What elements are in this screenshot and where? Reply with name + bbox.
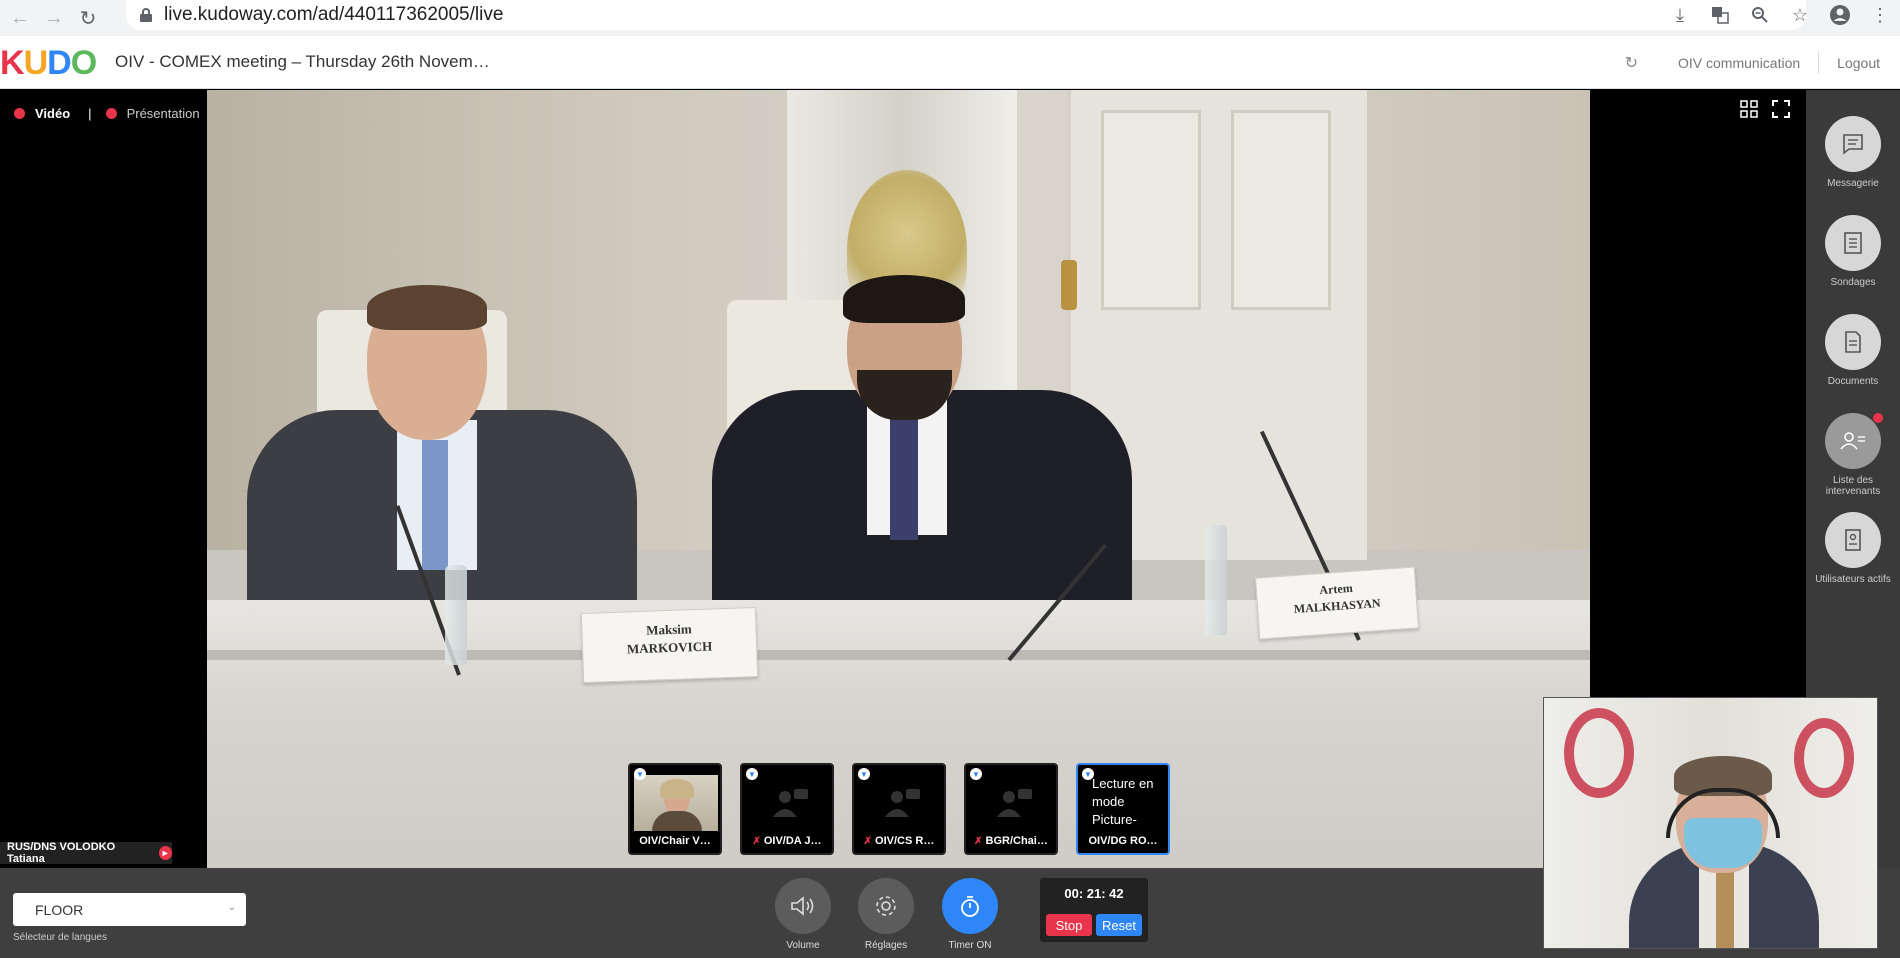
pin-icon[interactable]: ▼ [970, 768, 982, 780]
sidebar-item-documents[interactable]: Documents [1806, 314, 1900, 387]
logo-letter: K [0, 44, 25, 82]
lock-icon [140, 8, 152, 22]
participant-tile-selected[interactable]: ▼ Lecture en mode Picture- OIV/DG RO… [1076, 763, 1170, 855]
profile-avatar-icon[interactable] [1820, 4, 1860, 26]
muted-mic-icon: ✗ [863, 836, 873, 847]
timer-button[interactable]: Timer ON [942, 878, 998, 951]
sidebar-item-speakers[interactable]: Liste des intervenants [1806, 413, 1900, 497]
participant-name: OIV/DG RO… [1088, 835, 1158, 847]
timer-panel: 00: 21: 42 Stop Reset [1040, 878, 1148, 942]
logo-letter: D [47, 44, 72, 82]
speaker-name: RUS/DNS VOLODKO Tatiana [7, 841, 116, 865]
address-bar[interactable]: live.kudoway.com/ad/440117362005/live [126, 0, 1806, 30]
self-view-video[interactable] [1543, 697, 1878, 949]
name-placard-left: Maksim MARKOVICH [580, 606, 759, 684]
muted-mic-icon: ✗ [974, 836, 983, 847]
menu-dots-icon[interactable]: ⋮ [1860, 5, 1900, 26]
muted-mic-icon: ✗ [752, 836, 761, 847]
sidebar-item-label: Sondages [1830, 277, 1876, 288]
kudo-logo: K U D O [0, 44, 97, 82]
notification-dot [1873, 413, 1883, 423]
app-header: K U D O OIV - COMEX meeting – Thursday 2… [0, 36, 1900, 89]
chevron-down-icon: ⌄ [227, 902, 236, 913]
participant-name: OIV/Chair V… [639, 835, 711, 847]
pin-icon[interactable]: ▼ [634, 768, 646, 780]
picture-in-picture-message: Lecture en mode Picture- [1092, 776, 1154, 827]
back-arrow-icon[interactable]: ← [6, 4, 34, 32]
gear-icon [876, 896, 896, 916]
grid-view-icon[interactable] [1740, 100, 1758, 118]
chat-icon [1843, 134, 1863, 155]
video-bottle [1205, 525, 1227, 635]
pin-icon[interactable]: ▼ [746, 768, 758, 780]
poll-icon [1844, 232, 1862, 254]
tab-video[interactable]: Vidéo [35, 106, 70, 121]
refresh-icon[interactable]: ↻ [1625, 53, 1638, 73]
avatar-placeholder-icon [885, 789, 920, 817]
sidebar-item-label: Liste des intervenants [1825, 475, 1881, 497]
participant-tile[interactable]: ▼ ✗ BGR/Chai… [964, 763, 1058, 855]
language-value: FLOOR [35, 901, 84, 918]
stopwatch-icon [961, 896, 979, 917]
volume-label: Volume [786, 940, 820, 951]
volume-icon [791, 896, 814, 916]
speaking-indicator-icon: ► [158, 846, 172, 860]
volume-button[interactable]: Volume [775, 878, 831, 951]
sidebar-item-sondages[interactable]: Sondages [1806, 215, 1900, 288]
reload-icon[interactable]: ↻ [74, 4, 102, 32]
sidebar-item-messagerie[interactable]: Messagerie [1806, 116, 1900, 189]
fullscreen-icon[interactable] [1772, 100, 1790, 118]
communication-link[interactable]: OIV communication [1678, 55, 1800, 71]
participant-name: OIV/CS R… [875, 835, 935, 847]
stop-button[interactable]: Stop [1046, 914, 1092, 936]
logo-letter: U [23, 44, 49, 82]
name-placard-right: Artem MALKHASYAN [1255, 566, 1419, 640]
sidebar-item-active-users[interactable]: Utilisateurs actifs [1806, 512, 1900, 585]
video-table-edge [207, 650, 1590, 660]
participant-name: BGR/Chai… [985, 835, 1048, 847]
timer-value: 00: 21: 42 [1064, 886, 1124, 901]
logo-letter: O [70, 44, 97, 82]
participant-tile[interactable]: ▼ OIV/Chair V… [628, 763, 722, 855]
settings-label: Réglages [864, 940, 908, 951]
tab-separator: | [88, 105, 92, 121]
meeting-title: OIV - COMEX meeting – Thursday 26th Nove… [115, 52, 490, 71]
video-bottle [445, 565, 467, 665]
sidebar-item-label: Messagerie [1827, 178, 1879, 189]
active-users-icon [1845, 529, 1861, 551]
reset-button[interactable]: Reset [1096, 914, 1142, 936]
tab-presentation[interactable]: Présentation [127, 106, 200, 121]
live-dot-icon [105, 107, 117, 119]
logout-link[interactable]: Logout [1837, 55, 1880, 71]
timer-label: Timer ON [948, 940, 992, 951]
participant-name: OIV/DA J… [763, 835, 822, 847]
document-icon [1845, 331, 1861, 353]
live-dot-icon [14, 107, 25, 119]
avatar-placeholder-icon [773, 789, 808, 817]
forward-arrow-icon[interactable]: → [40, 4, 68, 32]
zoom-icon[interactable] [1740, 6, 1780, 24]
pin-icon[interactable]: ▼ [858, 768, 870, 780]
participant-tile[interactable]: ▼ ✗ OIV/CS R… [852, 763, 946, 855]
url-text: live.kudoway.com/ad/440117362005/live [164, 4, 504, 25]
main-video: Maksim MARKOVICH Artem MALKHASYAN [207, 90, 1590, 868]
active-speaker-label: RUS/DNS VOLODKO Tatiana ► [0, 841, 172, 865]
language-selector[interactable]: FLOOR ⌄ [13, 893, 246, 926]
translate-icon[interactable] [1700, 6, 1740, 24]
source-tabs: Vidéo | Présentation [0, 98, 214, 128]
participant-thumbnails: ▼ OIV/Chair V… ▼ ✗ OIV/DA J… ▼ ✗ OIV/CS R…… [628, 763, 1170, 855]
language-selector-label: Sélecteur de langues [13, 932, 107, 943]
speaker-list-icon [1840, 432, 1865, 450]
settings-button[interactable]: Réglages [858, 878, 914, 951]
bookmark-star-icon[interactable]: ☆ [1780, 5, 1820, 26]
avatar-placeholder-icon [997, 789, 1032, 817]
header-divider [1818, 52, 1820, 74]
browser-toolbar: ← → ↻ live.kudoway.com/ad/440117362005/l… [0, 0, 1900, 36]
download-icon[interactable]: ⤓ [1660, 5, 1700, 26]
sidebar-item-label: Documents [1827, 376, 1879, 387]
participant-photo [634, 775, 718, 831]
participant-tile[interactable]: ▼ ✗ OIV/DA J… [740, 763, 834, 855]
sidebar-item-label: Utilisateurs actifs [1815, 574, 1891, 585]
